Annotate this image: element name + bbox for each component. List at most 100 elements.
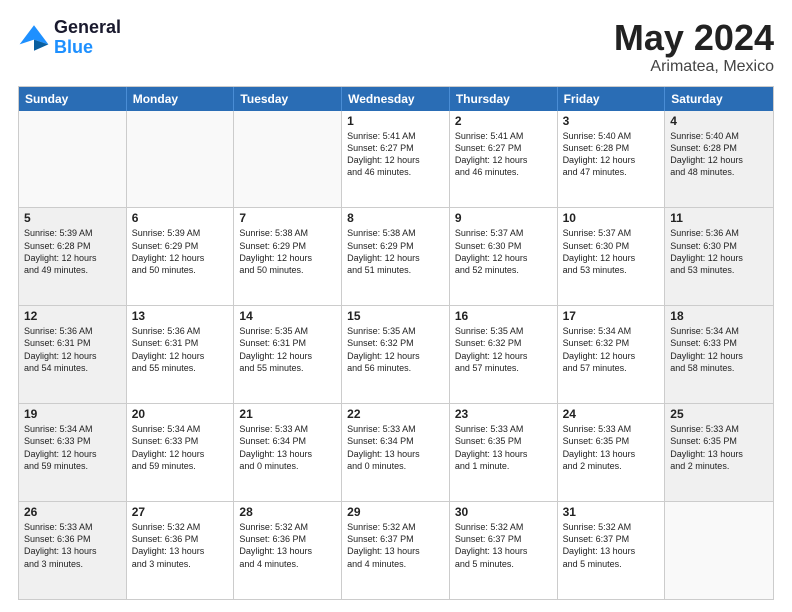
cal-cell: 26 Sunrise: 5:33 AM Sunset: 6:36 PM Dayli… (19, 502, 127, 599)
day-number: 5 (24, 211, 121, 225)
cell-text: Sunrise: 5:36 AM Sunset: 6:31 PM Dayligh… (132, 325, 229, 374)
day-number: 29 (347, 505, 444, 519)
week-row-5: 26 Sunrise: 5:33 AM Sunset: 6:36 PM Dayli… (19, 501, 773, 599)
cal-cell: 29 Sunrise: 5:32 AM Sunset: 6:37 PM Dayli… (342, 502, 450, 599)
cal-cell: 18Sunrise: 5:34 AM Sunset: 6:33 PM Dayli… (665, 306, 773, 403)
day-number: 25 (670, 407, 768, 421)
cal-cell: 31Sunrise: 5:32 AM Sunset: 6:37 PM Dayli… (558, 502, 666, 599)
cal-cell: 11Sunrise: 5:36 AM Sunset: 6:30 PM Dayli… (665, 208, 773, 305)
cell-text: Sunrise: 5:36 AM Sunset: 6:30 PM Dayligh… (670, 227, 768, 276)
day-number: 27 (132, 505, 229, 519)
cell-text: Sunrise: 5:35 AM Sunset: 6:32 PM Dayligh… (455, 325, 552, 374)
cell-text: Sunrise: 5:38 AM Sunset: 6:29 PM Dayligh… (347, 227, 444, 276)
day-number: 15 (347, 309, 444, 323)
cal-cell: 7 Sunrise: 5:38 AM Sunset: 6:29 PM Daylig… (234, 208, 342, 305)
cal-cell: 5 Sunrise: 5:39 AM Sunset: 6:28 PM Daylig… (19, 208, 127, 305)
cal-cell: 3 Sunrise: 5:40 AM Sunset: 6:28 PM Daylig… (558, 111, 666, 208)
title-block: May 2024 Arimatea, Mexico (614, 18, 774, 76)
cell-text: Sunrise: 5:33 AM Sunset: 6:35 PM Dayligh… (563, 423, 660, 472)
day-number: 24 (563, 407, 660, 421)
cell-text: Sunrise: 5:34 AM Sunset: 6:33 PM Dayligh… (24, 423, 121, 472)
cal-cell: 9 Sunrise: 5:37 AM Sunset: 6:30 PM Daylig… (450, 208, 558, 305)
cal-cell: 25 Sunrise: 5:33 AM Sunset: 6:35 PM Dayli… (665, 404, 773, 501)
cell-text: Sunrise: 5:38 AM Sunset: 6:29 PM Dayligh… (239, 227, 336, 276)
cell-text: Sunrise: 5:37 AM Sunset: 6:30 PM Dayligh… (455, 227, 552, 276)
cal-cell: 2 Sunrise: 5:41 AM Sunset: 6:27 PM Daylig… (450, 111, 558, 208)
cal-cell: 21Sunrise: 5:33 AM Sunset: 6:34 PM Dayli… (234, 404, 342, 501)
header-cell-tuesday: Tuesday (234, 87, 342, 111)
header-cell-wednesday: Wednesday (342, 87, 450, 111)
cal-cell: 4Sunrise: 5:40 AM Sunset: 6:28 PM Daylig… (665, 111, 773, 208)
cal-cell: 22 Sunrise: 5:33 AM Sunset: 6:34 PM Dayli… (342, 404, 450, 501)
header-cell-sunday: Sunday (19, 87, 127, 111)
day-number: 6 (132, 211, 229, 225)
cal-cell: 6Sunrise: 5:39 AM Sunset: 6:29 PM Daylig… (127, 208, 235, 305)
header-cell-friday: Friday (558, 87, 666, 111)
page: General Blue May 2024 Arimatea, Mexico S… (0, 0, 792, 612)
cal-cell: 14 Sunrise: 5:35 AM Sunset: 6:31 PM Dayli… (234, 306, 342, 403)
cell-text: Sunrise: 5:40 AM Sunset: 6:28 PM Dayligh… (563, 130, 660, 179)
week-row-2: 5 Sunrise: 5:39 AM Sunset: 6:28 PM Daylig… (19, 207, 773, 305)
day-number: 3 (563, 114, 660, 128)
cell-text: Sunrise: 5:35 AM Sunset: 6:32 PM Dayligh… (347, 325, 444, 374)
day-number: 31 (563, 505, 660, 519)
cal-cell (665, 502, 773, 599)
day-number: 7 (239, 211, 336, 225)
day-number: 14 (239, 309, 336, 323)
cell-text: Sunrise: 5:34 AM Sunset: 6:32 PM Dayligh… (563, 325, 660, 374)
cell-text: Sunrise: 5:41 AM Sunset: 6:27 PM Dayligh… (347, 130, 444, 179)
day-number: 28 (239, 505, 336, 519)
cell-text: Sunrise: 5:35 AM Sunset: 6:31 PM Dayligh… (239, 325, 336, 374)
calendar: SundayMondayTuesdayWednesdayThursdayFrid… (18, 86, 774, 600)
cal-cell: 19Sunrise: 5:34 AM Sunset: 6:33 PM Dayli… (19, 404, 127, 501)
cell-text: Sunrise: 5:32 AM Sunset: 6:37 PM Dayligh… (455, 521, 552, 570)
cell-text: Sunrise: 5:34 AM Sunset: 6:33 PM Dayligh… (132, 423, 229, 472)
header-cell-thursday: Thursday (450, 87, 558, 111)
week-row-4: 19Sunrise: 5:34 AM Sunset: 6:33 PM Dayli… (19, 403, 773, 501)
cell-text: Sunrise: 5:36 AM Sunset: 6:31 PM Dayligh… (24, 325, 121, 374)
cell-text: Sunrise: 5:32 AM Sunset: 6:36 PM Dayligh… (132, 521, 229, 570)
cell-text: Sunrise: 5:32 AM Sunset: 6:37 PM Dayligh… (347, 521, 444, 570)
cell-text: Sunrise: 5:41 AM Sunset: 6:27 PM Dayligh… (455, 130, 552, 179)
cal-cell: 27 Sunrise: 5:32 AM Sunset: 6:36 PM Dayli… (127, 502, 235, 599)
main-title: May 2024 (614, 18, 774, 58)
cal-cell: 30 Sunrise: 5:32 AM Sunset: 6:37 PM Dayli… (450, 502, 558, 599)
logo-icon (18, 22, 50, 54)
cell-text: Sunrise: 5:33 AM Sunset: 6:34 PM Dayligh… (347, 423, 444, 472)
subtitle: Arimatea, Mexico (614, 58, 774, 76)
cal-cell: 15 Sunrise: 5:35 AM Sunset: 6:32 PM Dayli… (342, 306, 450, 403)
cal-cell (127, 111, 235, 208)
cell-text: Sunrise: 5:33 AM Sunset: 6:35 PM Dayligh… (455, 423, 552, 472)
day-number: 22 (347, 407, 444, 421)
header: General Blue May 2024 Arimatea, Mexico (18, 18, 774, 76)
cal-cell: 20 Sunrise: 5:34 AM Sunset: 6:33 PM Dayli… (127, 404, 235, 501)
cell-text: Sunrise: 5:39 AM Sunset: 6:28 PM Dayligh… (24, 227, 121, 276)
day-number: 23 (455, 407, 552, 421)
cell-text: Sunrise: 5:33 AM Sunset: 6:35 PM Dayligh… (670, 423, 768, 472)
calendar-body: 1 Sunrise: 5:41 AM Sunset: 6:27 PM Daylig… (19, 111, 773, 599)
cell-text: Sunrise: 5:32 AM Sunset: 6:36 PM Dayligh… (239, 521, 336, 570)
header-cell-saturday: Saturday (665, 87, 773, 111)
day-number: 2 (455, 114, 552, 128)
cell-text: Sunrise: 5:33 AM Sunset: 6:36 PM Dayligh… (24, 521, 121, 570)
day-number: 1 (347, 114, 444, 128)
cal-cell (19, 111, 127, 208)
logo-line2: Blue (54, 38, 121, 58)
cell-text: Sunrise: 5:33 AM Sunset: 6:34 PM Dayligh… (239, 423, 336, 472)
day-number: 18 (670, 309, 768, 323)
cal-cell: 28 Sunrise: 5:32 AM Sunset: 6:36 PM Dayli… (234, 502, 342, 599)
day-number: 4 (670, 114, 768, 128)
day-number: 10 (563, 211, 660, 225)
cal-cell: 13Sunrise: 5:36 AM Sunset: 6:31 PM Dayli… (127, 306, 235, 403)
cal-cell: 1 Sunrise: 5:41 AM Sunset: 6:27 PM Daylig… (342, 111, 450, 208)
cal-cell: 16Sunrise: 5:35 AM Sunset: 6:32 PM Dayli… (450, 306, 558, 403)
cal-cell: 23 Sunrise: 5:33 AM Sunset: 6:35 PM Dayli… (450, 404, 558, 501)
day-number: 26 (24, 505, 121, 519)
day-number: 30 (455, 505, 552, 519)
day-number: 17 (563, 309, 660, 323)
cal-cell (234, 111, 342, 208)
day-number: 9 (455, 211, 552, 225)
cell-text: Sunrise: 5:37 AM Sunset: 6:30 PM Dayligh… (563, 227, 660, 276)
logo-line1: General (54, 18, 121, 38)
day-number: 20 (132, 407, 229, 421)
